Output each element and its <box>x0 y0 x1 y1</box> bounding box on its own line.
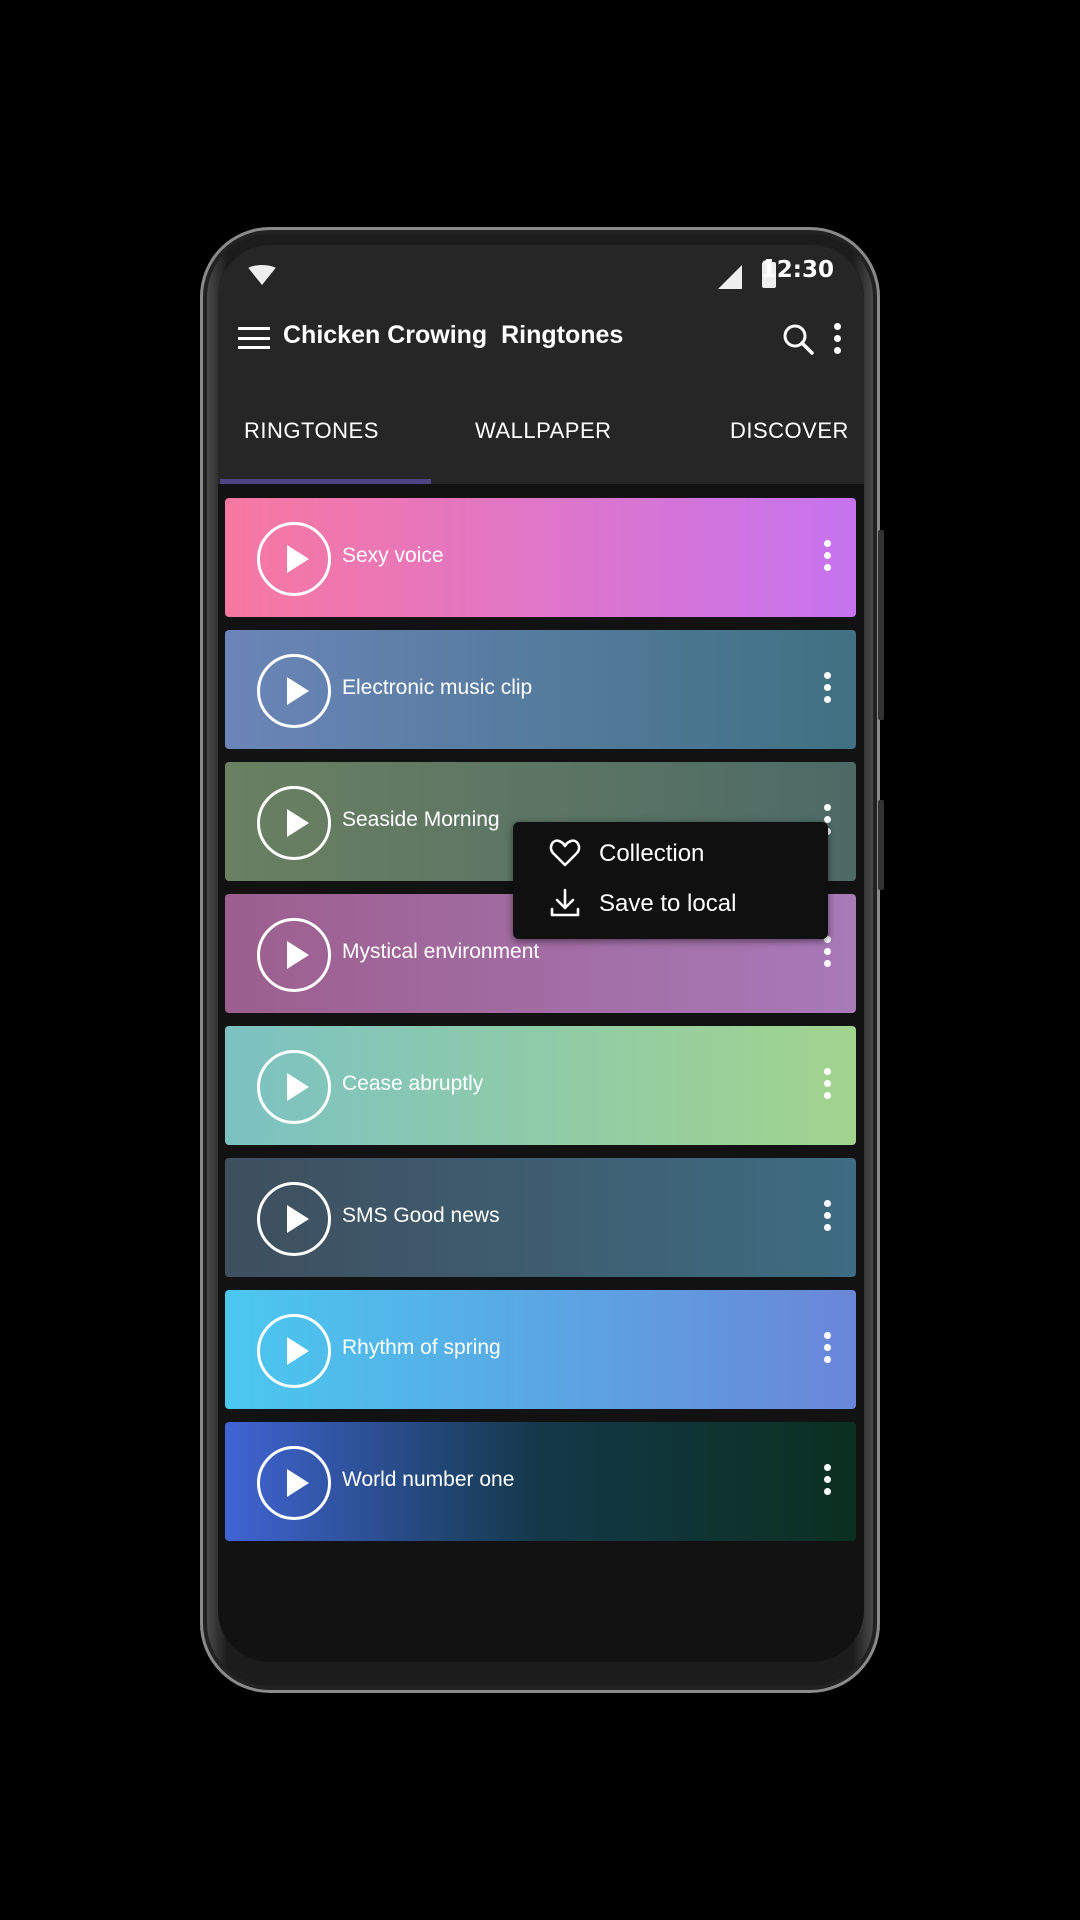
popup-menu: Collection Save to local <box>513 822 828 939</box>
play-icon[interactable] <box>257 1314 331 1388</box>
ringtone-label: Sexy voice <box>342 544 444 567</box>
more-vert-icon[interactable] <box>822 1332 832 1368</box>
search-icon[interactable] <box>780 321 816 357</box>
tab-indicator <box>220 479 431 484</box>
ringtone-label: Seaside Morning <box>342 808 500 831</box>
more-vert-icon[interactable] <box>822 1464 832 1500</box>
more-vert-icon[interactable] <box>822 672 832 708</box>
more-vert-icon[interactable] <box>832 323 842 357</box>
play-icon[interactable] <box>257 918 331 992</box>
play-icon[interactable] <box>257 522 331 596</box>
toolbar: Chicken Crowing Ringtones <box>218 315 864 363</box>
play-icon[interactable] <box>257 1050 331 1124</box>
screen: 12:30 Chicken Crowing Ringtones RINGTONE… <box>218 245 864 1662</box>
ringtone-label: World number one <box>342 1468 515 1491</box>
more-vert-icon[interactable] <box>822 1068 832 1104</box>
more-vert-icon[interactable] <box>822 1200 832 1236</box>
menu-item-save-to-local[interactable]: Save to local <box>549 884 809 924</box>
power-button <box>878 800 884 890</box>
menu-item-collection[interactable]: Collection <box>549 834 809 874</box>
menu-item-label: Collection <box>599 840 705 867</box>
play-icon[interactable] <box>257 1446 331 1520</box>
status-time: 12:30 <box>760 257 834 283</box>
menu-icon[interactable] <box>238 327 270 349</box>
app-title: Chicken Crowing Ringtones <box>283 321 624 349</box>
ringtone-row[interactable]: Rhythm of spring <box>225 1290 856 1409</box>
ringtone-row[interactable]: Electronic music clip <box>225 630 856 749</box>
ringtone-row[interactable]: SMS Good news <box>225 1158 856 1277</box>
play-icon[interactable] <box>257 1182 331 1256</box>
tab-bar: RINGTONES WALLPAPER DISCOVER <box>218 410 864 460</box>
play-icon[interactable] <box>257 654 331 728</box>
menu-item-label: Save to local <box>599 890 737 917</box>
download-icon <box>550 888 580 917</box>
ringtone-label: Mystical environment <box>342 940 540 963</box>
ringtone-row[interactable]: World number one <box>225 1422 856 1541</box>
wifi-icon <box>246 265 278 285</box>
ringtone-label: Cease abruptly <box>342 1072 484 1095</box>
tab-discover[interactable]: DISCOVER <box>730 418 849 444</box>
ringtone-label: SMS Good news <box>342 1204 500 1227</box>
status-bar: 12:30 <box>218 255 864 295</box>
ringtone-row[interactable]: Sexy voice <box>225 498 856 617</box>
ringtone-row[interactable]: Cease abruptly <box>225 1026 856 1145</box>
tab-wallpaper[interactable]: WALLPAPER <box>475 418 612 444</box>
app-bar: 12:30 Chicken Crowing Ringtones RINGTONE… <box>218 245 864 484</box>
ringtone-label: Rhythm of spring <box>342 1336 501 1359</box>
more-vert-icon[interactable] <box>822 936 832 972</box>
more-vert-icon[interactable] <box>822 540 832 576</box>
tab-ringtones[interactable]: RINGTONES <box>244 418 379 444</box>
play-icon[interactable] <box>257 786 331 860</box>
heart-icon <box>549 839 581 867</box>
volume-button <box>878 530 884 720</box>
signal-icon <box>718 265 742 289</box>
ringtone-label: Electronic music clip <box>342 676 533 699</box>
